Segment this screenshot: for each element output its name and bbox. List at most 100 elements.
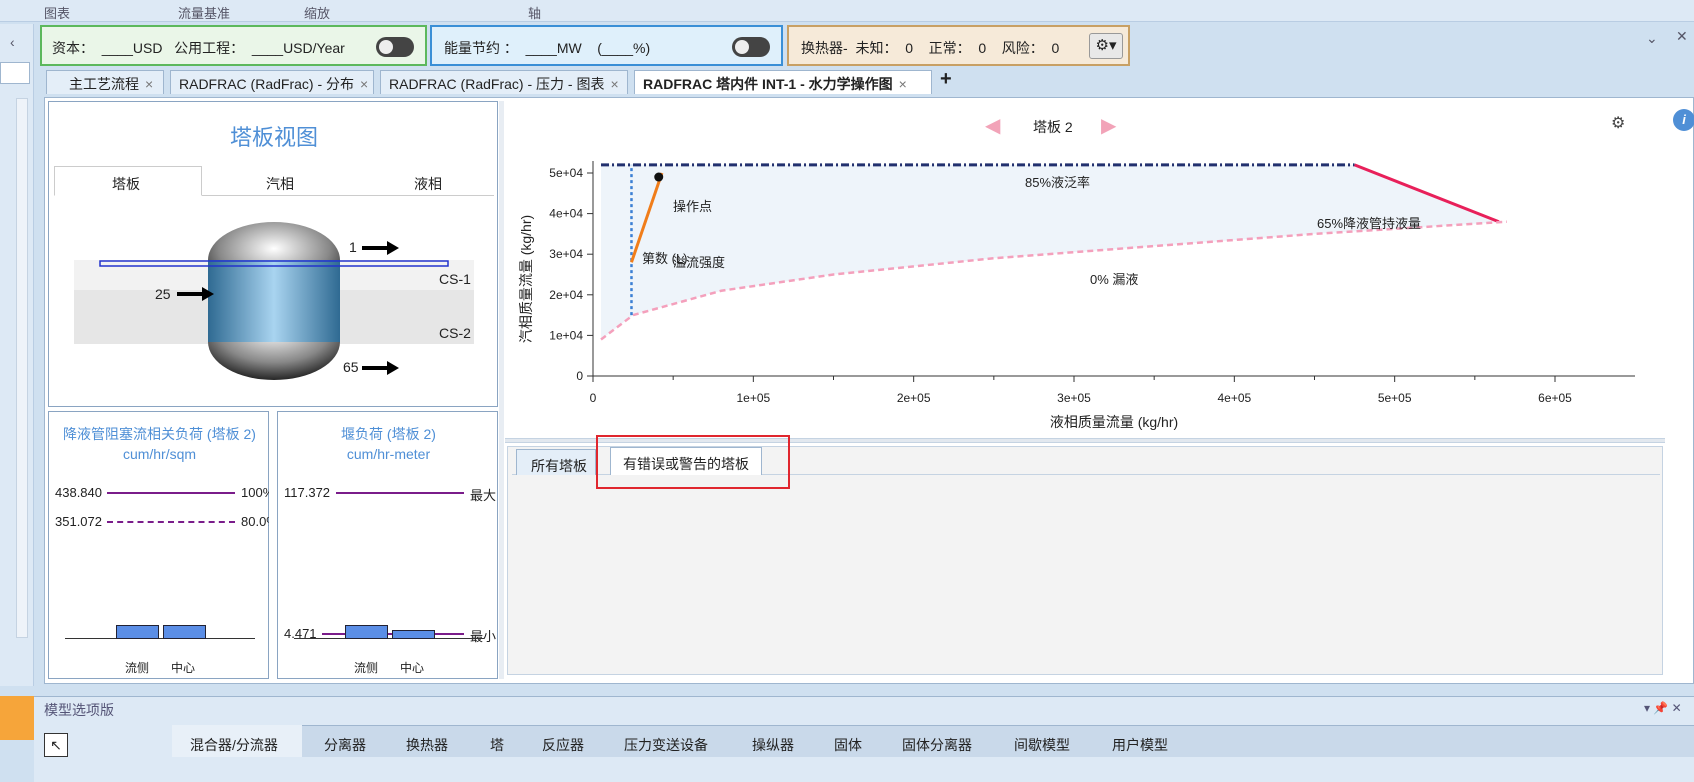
chart-settings-icon[interactable]: ⚙ xyxy=(1611,113,1625,133)
x-tick-label: 1e+05 xyxy=(736,391,770,405)
hx-settings-icon[interactable]: ⚙▾ xyxy=(1089,33,1123,59)
downcomer-load-pane: 降液管阻塞流相关负荷 (塔板 2) cum/hr/sqm 438.840 100… xyxy=(48,411,269,679)
tab-main-flowsheet[interactable]: 主工艺流程 × xyxy=(46,70,164,94)
weir-bar-center xyxy=(392,630,435,639)
tab-radfrac-profiles[interactable]: RADFRAC (RadFrac) - 分布 × xyxy=(170,70,374,94)
column-diagram: 1 25 65 CS-1 CS-2 xyxy=(74,222,474,380)
palette-tab-reactors[interactable]: 反应器 xyxy=(542,735,584,755)
tray-view-title: 塔板视图 xyxy=(229,125,318,150)
pin-icon[interactable]: ▾ 📌 ✕ xyxy=(1644,701,1682,715)
palette-title: 模型选项版 xyxy=(44,702,114,718)
tray-nav-label: 塔板 2 xyxy=(1033,119,1073,135)
energy-text: 能量节约 ： ____MW (____%) xyxy=(444,40,651,56)
palette-tab-columns[interactable]: 塔 xyxy=(490,735,504,755)
close-icon[interactable]: × xyxy=(360,76,368,92)
section-cs1: CS-1 xyxy=(439,271,471,287)
x-tick-label: 5e+05 xyxy=(1378,391,1412,405)
y-tick-label: 1e+04 xyxy=(549,328,583,342)
next-tray-button[interactable]: ▶ xyxy=(1101,113,1116,138)
section-cs2: CS-2 xyxy=(439,325,471,341)
annotation-flood: 85%液泛率 xyxy=(1025,175,1090,190)
hx-text: 换热器- 未知： 0 正常： 0 风险： 0 xyxy=(801,40,1060,56)
downcomer-80-line xyxy=(107,521,235,523)
close-icon[interactable]: × xyxy=(610,76,618,92)
downcomer-max-tag: 100% xyxy=(241,485,269,500)
tray-view-pane: 塔板视图 塔板 汽相 液相 1 25 65 CS-1 CS-2 xyxy=(48,101,498,407)
operating-point-marker xyxy=(654,172,664,182)
ribbon-group-axis: 轴 xyxy=(528,6,542,21)
downcomer-80-value: 351.072 xyxy=(55,514,102,529)
document-tabs: 主工艺流程 × RADFRAC (RadFrac) - 分布 × RADFRAC (… xyxy=(40,68,1694,94)
y-axis-label: 汽相质量流量 (kg/hr) xyxy=(518,215,534,343)
weir-min-tag: 最小 xyxy=(470,629,497,644)
weir-max-value: 117.372 xyxy=(284,485,331,500)
ribbon-group-flow-basis: 流量基准 xyxy=(178,6,231,21)
palette-tab-manipulators[interactable]: 操纵器 xyxy=(752,735,794,755)
ribbon-group-zoom: 缩放 xyxy=(304,6,331,21)
palette-tab-solid-separators[interactable]: 固体分离器 xyxy=(902,735,972,755)
y-tick-label: 3e+04 xyxy=(549,247,583,261)
model-palette: 模型选项版 ▾ 📌 ✕ ↖ 混合器/分流器 分离器 换热器 塔 反应器 压力变送… xyxy=(34,696,1694,782)
ribbon-group-chart: 图表 xyxy=(44,6,71,21)
downcomer-unit: cum/hr/sqm xyxy=(122,446,197,462)
tab-all-trays[interactable]: 所有塔板 xyxy=(516,449,596,475)
energy-toggle[interactable] xyxy=(732,37,770,57)
weir-load-pane: 堰负荷 (塔板 2) cum/hr-meter 117.372 最大 4.471… xyxy=(277,411,498,679)
heat-exchanger-summary: 换热器- 未知： 0 正常： 0 风险： 0 ⚙▾ xyxy=(787,25,1130,66)
close-icon[interactable]: ✕ xyxy=(1676,28,1688,45)
operating-region xyxy=(601,164,1507,340)
weir-max-line xyxy=(336,492,464,494)
add-tab-button[interactable]: + xyxy=(940,68,952,91)
select-pointer-icon[interactable]: ↖ xyxy=(44,733,68,757)
annotation-weir-load: 溢流强度 xyxy=(673,255,725,270)
feed-stage-25: 25 xyxy=(155,286,171,302)
close-icon[interactable]: × xyxy=(899,76,907,92)
x-tick-label: 4e+05 xyxy=(1217,391,1251,405)
chevron-down-icon[interactable]: ⌄ xyxy=(1646,30,1658,47)
palette-tab-solids[interactable]: 固体 xyxy=(834,735,862,755)
weir-title: 堰负荷 (塔板 2) xyxy=(341,426,436,442)
weir-bar-side xyxy=(345,625,388,639)
palette-tab-batch[interactable]: 间歇模型 xyxy=(1014,735,1070,755)
tab-liquid[interactable]: 液相 xyxy=(414,174,442,194)
weir-baseline xyxy=(294,638,484,639)
downcomer-bar-side xyxy=(116,625,159,639)
x-tick-label: 2e+05 xyxy=(897,391,931,405)
tab-radfrac-pressure-chart[interactable]: RADFRAC (RadFrac) - 压力 - 图表 × xyxy=(380,70,628,94)
info-icon[interactable]: i xyxy=(1673,109,1694,131)
tab-vapor[interactable]: 汽相 xyxy=(266,174,294,194)
prev-tray-button[interactable]: ◀ xyxy=(985,113,1000,138)
hydraulic-plot-pane: ◀ 塔板 2 ▶ ⚙ i 0 1e+05 2e+05 3e+05 4e+05 5e+05 6… xyxy=(505,101,1694,437)
palette-tab-mixers[interactable]: 混合器/分流器 xyxy=(190,735,278,755)
downcomer-baseline xyxy=(65,638,255,639)
tab-radfrac-hydraulic-plot[interactable]: RADFRAC 塔内件 INT-1 - 水力学操作图 × xyxy=(634,70,932,94)
side-accent-tab[interactable] xyxy=(0,696,34,740)
palette-tab-user[interactable]: 用户模型 xyxy=(1112,735,1168,755)
left-collapsed-panel: ‹ xyxy=(0,24,34,686)
hydraulic-chart: 0 1e+05 2e+05 3e+05 4e+05 5e+05 6e+05 0 1e+04 2e+… xyxy=(518,161,1635,430)
tab-tray[interactable]: 塔板 xyxy=(112,174,140,194)
x-tick-label: 3e+05 xyxy=(1057,391,1091,405)
navigator-dropdown[interactable] xyxy=(0,62,30,84)
y-tick-label: 4e+04 xyxy=(549,207,583,221)
palette-tab-separators[interactable]: 分离器 xyxy=(324,735,366,755)
x-tick-label: 6e+05 xyxy=(1538,391,1572,405)
chevron-left-icon[interactable]: ‹ xyxy=(10,34,15,50)
weir-unit: cum/hr-meter xyxy=(346,446,431,462)
capital-toggle[interactable] xyxy=(376,37,414,57)
feed-stage-1: 1 xyxy=(349,239,357,255)
vertical-splitter[interactable] xyxy=(499,101,504,679)
downcomer-max-line xyxy=(107,492,235,494)
energy-summary: 能量节约 ： ____MW (____%) xyxy=(430,25,783,66)
annotation-operating-point: 操作点 xyxy=(673,199,712,214)
weir-label-side: 流侧 xyxy=(354,661,379,675)
palette-tab-pressure[interactable]: 压力变送设备 xyxy=(624,735,708,755)
y-tick-label: 5e+04 xyxy=(549,166,583,180)
left-scrollbar[interactable] xyxy=(16,98,28,638)
y-tick-label: 0 xyxy=(576,369,583,383)
capital-text: 资本： ____USD 公用工程： ____USD/Year xyxy=(52,40,345,56)
close-icon[interactable]: × xyxy=(145,76,153,92)
x-tick-label: 0 xyxy=(590,391,597,405)
downcomer-title: 降液管阻塞流相关负荷 (塔板 2) xyxy=(63,426,256,442)
palette-tab-exchangers[interactable]: 换热器 xyxy=(406,735,448,755)
